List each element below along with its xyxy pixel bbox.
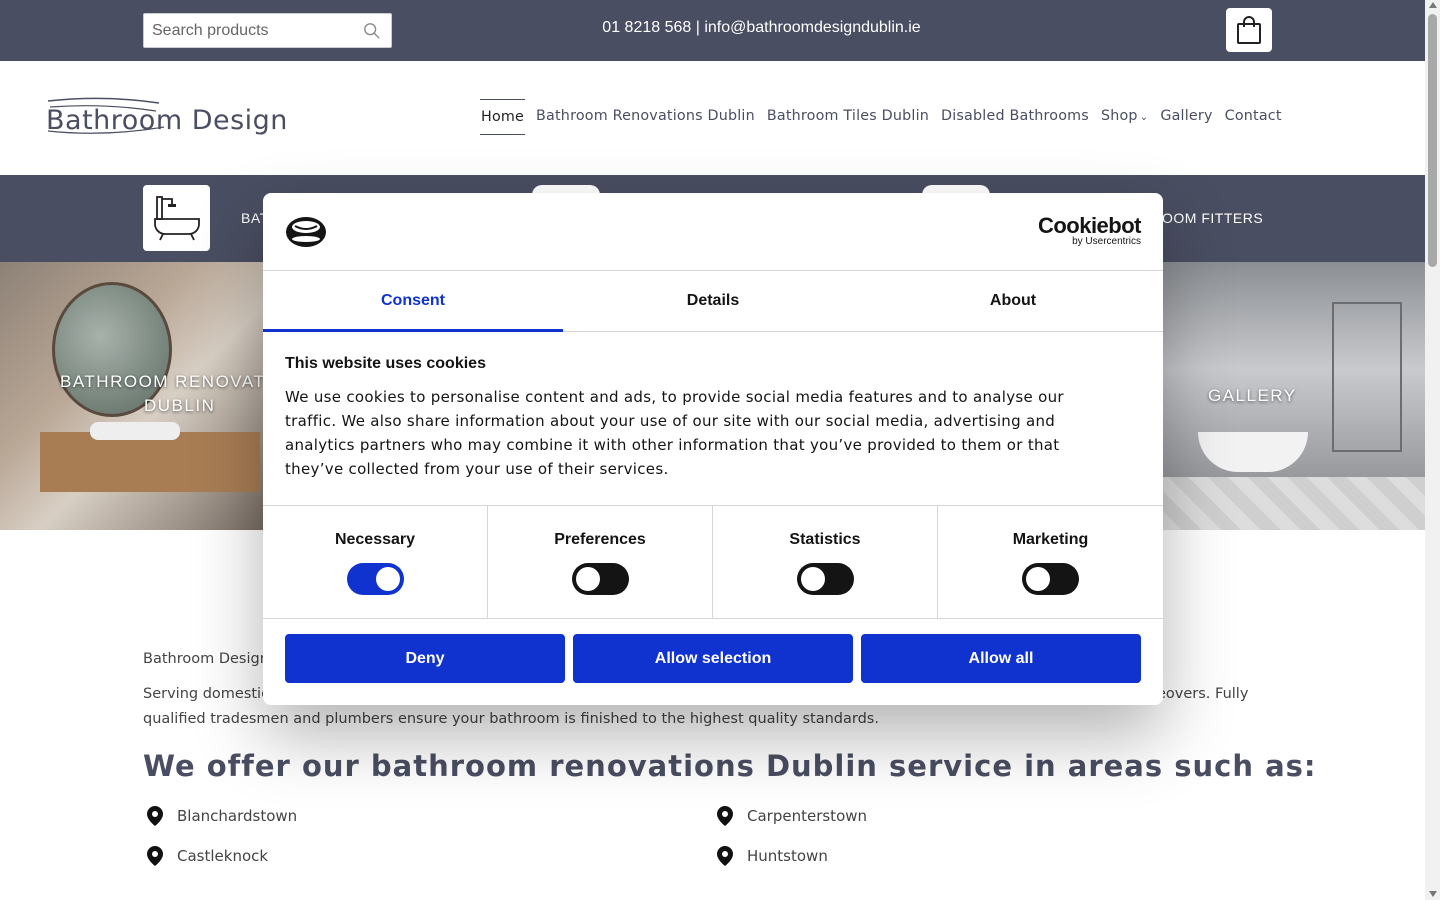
scroll-up-arrow[interactable] — [1429, 2, 1437, 8]
bathtub-icon — [153, 196, 200, 241]
map-pin-icon — [717, 846, 733, 866]
dialog-text: We use cookies to personalise content an… — [285, 388, 1064, 478]
nav-bathroom-renovations[interactable]: Bathroom Renovations Dublin — [530, 99, 761, 135]
toggle-label: Preferences — [554, 531, 646, 548]
cookiebot-sub: by Usercentrics — [1072, 236, 1141, 247]
areas-heading: We offer our bathroom renovations Dublin… — [143, 749, 1317, 783]
switch-knob — [575, 567, 600, 591]
map-pin-icon — [717, 806, 733, 826]
toggle-label: Marketing — [1012, 531, 1089, 548]
main-nav: Home Bathroom Renovations Dublin Bathroo… — [480, 99, 1288, 135]
logo-text: Bathroom Design — [46, 105, 288, 136]
dialog-buttons: Deny Allow selection Allow all — [285, 634, 1141, 683]
area-label: Castleknock — [177, 847, 269, 865]
dialog-header: Cookiebot by Usercentrics — [263, 193, 1163, 271]
necessary-switch[interactable] — [346, 563, 404, 595]
nav-shop[interactable]: Shop ⌄ — [1095, 99, 1154, 135]
cookiebot-name: Cookiebot — [1037, 213, 1142, 238]
nav-bathroom-tiles[interactable]: Bathroom Tiles Dublin — [761, 99, 935, 135]
toggle-preferences: Preferences — [488, 506, 713, 619]
toggle-label: Statistics — [789, 531, 861, 548]
cookiebot-brand[interactable]: Cookiebot by Usercentrics — [1037, 213, 1142, 247]
toggle-marketing: Marketing — [938, 506, 1163, 619]
dialog-tabs: Consent Details About — [263, 271, 1163, 332]
renovation-tile[interactable]: BATHROOM RENOVATIO DUBLIN — [0, 262, 290, 530]
wall-panel-image — [1332, 302, 1402, 452]
list-item: Huntstown — [717, 846, 828, 866]
tab-about[interactable]: About — [863, 271, 1163, 331]
allow-all-button[interactable]: Allow all — [861, 634, 1141, 683]
caption-line-1: BATHROOM RENOVATIO — [60, 372, 287, 391]
gallery-tile[interactable]: GALLERY — [1162, 262, 1425, 530]
list-item: Carpenterstown — [717, 806, 867, 826]
area-label: Carpenterstown — [747, 807, 868, 825]
bathtub-image — [1198, 432, 1308, 472]
marketing-switch[interactable] — [1022, 563, 1079, 595]
logo[interactable]: Bathroom Design — [44, 91, 306, 143]
service-text-tail: eovers. Fully — [1157, 686, 1249, 702]
toggle-label: Necessary — [334, 531, 416, 548]
preferences-switch[interactable] — [571, 563, 629, 595]
map-pin-icon — [147, 846, 163, 866]
deny-button[interactable]: Deny — [285, 634, 565, 683]
nav-shop-label: Shop — [1100, 108, 1138, 124]
caption-line-2: DUBLIN — [144, 396, 216, 415]
intro-text: Bathroom Design — [143, 651, 269, 667]
floor-image — [1162, 477, 1425, 530]
consent-toggles: Necessary Preferences Statistics Marketi… — [263, 505, 1163, 619]
renovation-caption: BATHROOM RENOVATIO DUBLIN — [0, 372, 290, 416]
nav-home[interactable]: Home — [480, 99, 526, 135]
vanity-image — [40, 432, 260, 492]
chevron-down-icon: ⌄ — [1139, 112, 1149, 123]
bathtub-icon-box[interactable] — [143, 185, 210, 251]
toggle-necessary: Necessary — [263, 506, 488, 619]
nav-contact[interactable]: Contact — [1219, 99, 1288, 135]
toggle-statistics: Statistics — [713, 506, 938, 619]
area-label: Huntstown — [747, 847, 828, 865]
tab-details[interactable]: Details — [563, 271, 863, 331]
statistics-switch[interactable] — [796, 563, 854, 595]
shopping-bag-icon — [1237, 16, 1261, 44]
contact-info[interactable]: 01 8218 568 | info@bathroomdesigndublin.… — [0, 19, 1425, 37]
nav-gallery[interactable]: Gallery — [1154, 99, 1218, 135]
service-text-line2: qualified tradesmen and plumbers ensure … — [143, 711, 879, 727]
dialog-body: This website uses cookies We use cookies… — [285, 355, 1105, 481]
nav-disabled-bathrooms[interactable]: Disabled Bathrooms — [935, 99, 1095, 135]
switch-knob — [1026, 567, 1050, 591]
switch-knob — [375, 567, 400, 591]
list-item: Blanchardstown — [147, 806, 297, 826]
dialog-title: This website uses cookies — [285, 355, 486, 372]
map-pin-icon — [147, 806, 163, 826]
scroll-thumb[interactable] — [1428, 14, 1437, 267]
scroll-down-arrow[interactable] — [1429, 891, 1437, 897]
tab-consent[interactable]: Consent — [263, 271, 563, 332]
allow-selection-button[interactable]: Allow selection — [573, 634, 853, 683]
service-text-line1: Serving domestic — [143, 686, 270, 702]
site-header: Bathroom Design Home Bathroom Renovation… — [0, 61, 1425, 175]
switch-knob — [800, 567, 825, 591]
strip-label-right[interactable]: OOM FITTERS — [1162, 210, 1263, 226]
top-bar: 01 8218 568 | info@bathroomdesigndublin.… — [0, 0, 1425, 61]
cookie-logo-icon — [286, 217, 326, 247]
list-item: Castleknock — [147, 846, 268, 866]
gallery-caption: GALLERY — [1208, 386, 1297, 405]
area-label: Blanchardstown — [177, 807, 298, 825]
cookie-consent-dialog: Cookiebot by Usercentrics Consent Detail… — [263, 193, 1163, 705]
sink-image — [90, 422, 180, 440]
cart-button[interactable] — [1226, 8, 1272, 52]
page-scrollbar[interactable] — [1425, 0, 1440, 900]
